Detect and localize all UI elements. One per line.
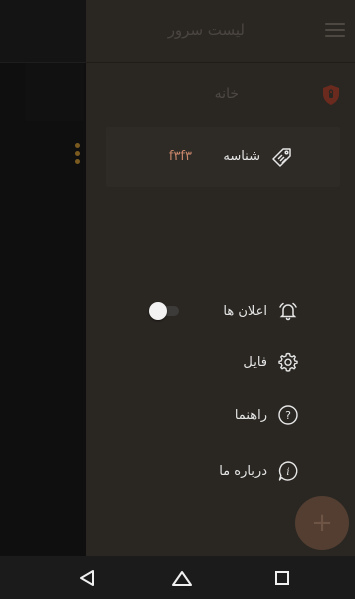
- home-icon[interactable]: [170, 566, 194, 590]
- more-vertical-icon[interactable]: [75, 143, 81, 164]
- background-list-row[interactable]: [26, 63, 84, 164]
- drawer-header: لیست سرور: [86, 0, 355, 63]
- svg-text:?: ?: [285, 409, 291, 422]
- identifier-label: شناسه: [223, 149, 260, 164]
- system-navigation-bar: [0, 556, 355, 599]
- bell-alert-icon: [277, 300, 299, 322]
- back-icon[interactable]: [75, 566, 99, 590]
- plus-icon: +: [311, 508, 333, 538]
- background-header: [0, 0, 86, 63]
- menu-item-help[interactable]: ? راهنما: [235, 400, 299, 430]
- menu-label-notifications: اعلان ها: [223, 303, 267, 319]
- add-fab-button[interactable]: +: [295, 496, 349, 550]
- menu-label-about: درباره ما: [219, 463, 267, 479]
- navigation-drawer: لیست سرور خانه شناسه f۳f۳ اعلان ها فایل …: [86, 0, 355, 556]
- info-bubble-icon: i: [277, 460, 299, 482]
- menu-item-file[interactable]: فایل: [243, 347, 299, 377]
- app-screen: لیست سرور خانه شناسه f۳f۳ اعلان ها فایل …: [0, 0, 355, 556]
- menu-label-file: فایل: [243, 354, 267, 370]
- svg-text:i: i: [286, 467, 289, 478]
- notifications-toggle[interactable]: [149, 302, 179, 320]
- shield-icon: [323, 85, 339, 105]
- help-circle-icon: ?: [277, 404, 299, 426]
- hamburger-menu-icon[interactable]: [325, 23, 345, 37]
- drawer-item-home[interactable]: خانه: [86, 63, 355, 125]
- drawer-title: لیست سرور: [167, 21, 245, 39]
- identifier-card[interactable]: شناسه f۳f۳: [106, 127, 340, 187]
- tag-icon: [272, 148, 291, 167]
- menu-label-help: راهنما: [234, 407, 267, 423]
- recent-apps-icon[interactable]: [270, 566, 294, 590]
- menu-item-notifications[interactable]: اعلان ها: [223, 296, 299, 326]
- menu-item-about[interactable]: i درباره ما: [219, 456, 299, 486]
- identifier-value: f۳f۳: [168, 149, 192, 164]
- gear-icon: [277, 351, 299, 373]
- home-label: خانه: [214, 86, 239, 102]
